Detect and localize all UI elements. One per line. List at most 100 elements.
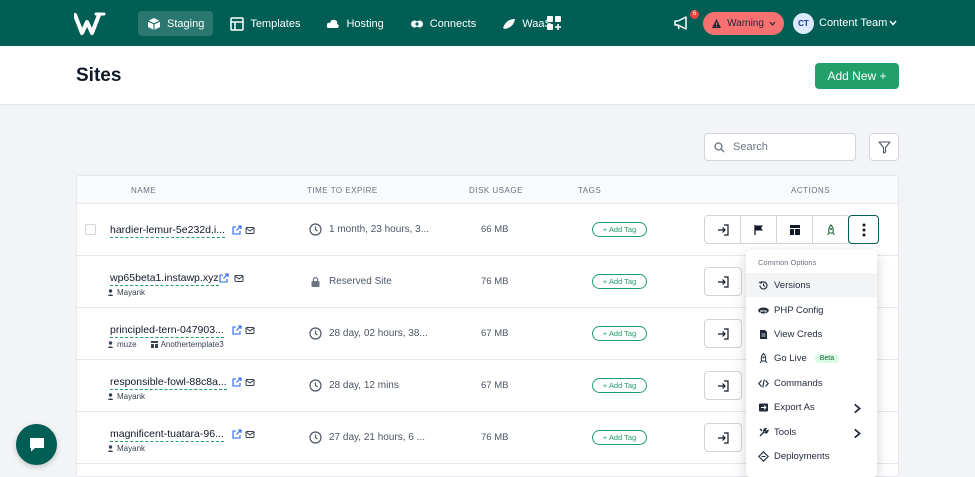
- lock-icon: [311, 276, 320, 287]
- site-meta: muze Anothertemplate3: [107, 340, 224, 349]
- go-live-button[interactable]: [813, 216, 849, 243]
- site-name[interactable]: magnificent-tuatara-96...: [110, 428, 224, 442]
- site-owner-name: Mayank: [117, 444, 146, 453]
- menu-item-versions[interactable]: Versions: [746, 273, 877, 297]
- magic-login-icon[interactable]: [245, 225, 255, 235]
- more-options-menu: Common Options Versions php PHP Config V…: [746, 250, 877, 477]
- login-button[interactable]: [705, 372, 741, 399]
- page-title: Sites: [76, 65, 122, 86]
- user-icon: [107, 341, 114, 348]
- rocket-icon: [827, 223, 835, 235]
- login-button[interactable]: [705, 424, 741, 451]
- menu-item-label: Commands: [774, 377, 823, 389]
- menu-item-commands[interactable]: Commands: [746, 371, 877, 395]
- svg-text:php: php: [760, 309, 767, 313]
- menu-item-label: Tools: [774, 426, 797, 438]
- template-button[interactable]: [777, 216, 813, 243]
- templates-icon: [230, 16, 245, 31]
- login-button[interactable]: [705, 320, 741, 347]
- column-header-disk[interactable]: DISK USAGE: [469, 186, 523, 195]
- external-link-icon[interactable]: [232, 429, 242, 439]
- notification-badge: 6: [690, 10, 699, 19]
- warning-label: Warning: [727, 18, 764, 29]
- nav-templates[interactable]: Templates: [221, 11, 309, 36]
- add-tag-button[interactable]: + Add Tag: [592, 222, 647, 237]
- menu-item-tools[interactable]: Tools: [746, 420, 877, 444]
- apps-grid-icon[interactable]: [547, 16, 561, 30]
- menu-item-go-live[interactable]: Go Live Beta: [746, 346, 877, 370]
- nav-hosting-label: Hosting: [346, 17, 384, 30]
- instawp-logo[interactable]: [74, 11, 106, 37]
- external-link-icon[interactable]: [232, 225, 242, 235]
- search-input[interactable]: [733, 141, 843, 153]
- magic-login-icon[interactable]: [245, 325, 255, 335]
- avatar[interactable]: CT: [793, 13, 814, 34]
- disk-usage: 67 MB: [481, 328, 509, 339]
- team-name[interactable]: Content Team: [819, 17, 887, 29]
- nav-connects[interactable]: Connects: [401, 11, 485, 36]
- menu-item-label: Export As: [774, 401, 815, 413]
- template-icon: [150, 341, 158, 348]
- site-name[interactable]: hardier-lemur-5e232d.i...: [110, 224, 225, 238]
- magic-login-icon[interactable]: [245, 429, 255, 439]
- site-meta: Mayank: [107, 288, 145, 297]
- site-owner: Mayank: [107, 392, 145, 401]
- site-name[interactable]: responsible-fowl-88c8a...: [110, 376, 227, 390]
- menu-item-export-as[interactable]: Export As: [746, 395, 877, 419]
- warning-button[interactable]: Warning: [703, 12, 784, 35]
- login-button[interactable]: [705, 216, 741, 243]
- more-options-button[interactable]: [848, 215, 879, 244]
- add-new-button[interactable]: Add New +: [815, 63, 899, 89]
- expire-text: 27 day, 21 hours, 6 ...: [329, 432, 425, 443]
- login-button[interactable]: [705, 268, 741, 295]
- site-owner-name: muze: [117, 340, 137, 349]
- filter-button[interactable]: [869, 133, 899, 161]
- expire-cell: Reserved Site: [309, 275, 392, 288]
- add-tag-button[interactable]: + Add Tag: [592, 430, 647, 445]
- chevron-down-icon[interactable]: [889, 19, 897, 27]
- nav-hosting[interactable]: Hosting: [317, 11, 392, 36]
- menu-item-label: View Creds: [774, 328, 823, 340]
- search-icon: [714, 141, 725, 152]
- chat-widget-button[interactable]: [16, 424, 57, 465]
- search-box[interactable]: [704, 133, 856, 161]
- column-header-expire[interactable]: TIME TO EXPIRE: [307, 186, 378, 195]
- column-header-name[interactable]: NAME: [131, 186, 156, 195]
- menu-item-view-creds[interactable]: View Creds: [746, 322, 877, 346]
- menu-item-label: Deployments: [774, 450, 830, 462]
- nav-staging-label: Staging: [167, 17, 205, 30]
- add-tag-button[interactable]: + Add Tag: [592, 378, 647, 393]
- clock-icon: [309, 431, 322, 444]
- add-tag-button[interactable]: + Add Tag: [592, 326, 647, 341]
- megaphone-icon[interactable]: [673, 14, 691, 32]
- main-nav: Staging Templates Hosting Connects WaaS: [138, 11, 561, 36]
- row-actions: [704, 267, 742, 296]
- flag-button[interactable]: [741, 216, 777, 243]
- beta-badge: Beta: [814, 353, 840, 363]
- chevron-down-icon: [769, 21, 776, 26]
- expire-cell: 28 day, 12 mins: [309, 379, 399, 392]
- clock-icon: [309, 327, 322, 340]
- menu-item-deployments[interactable]: Deployments: [746, 444, 877, 468]
- external-link-icon[interactable]: [232, 377, 242, 387]
- site-name[interactable]: principled-tern-047903...: [110, 324, 224, 338]
- rocket-icon: [759, 352, 768, 363]
- expire-text: 28 day, 02 hours, 38...: [329, 328, 428, 339]
- expire-cell: 27 day, 21 hours, 6 ...: [309, 431, 425, 444]
- table-row: hardier-lemur-5e232d.i... 1 month, 23 ho…: [77, 204, 898, 256]
- external-link-icon[interactable]: [219, 273, 229, 283]
- site-name[interactable]: wp65beta1.instawp.xyz: [110, 272, 219, 286]
- document-icon: [760, 329, 767, 339]
- external-link-icon[interactable]: [232, 325, 242, 335]
- chat-bubble-icon: [29, 438, 44, 452]
- add-tag-button[interactable]: + Add Tag: [592, 274, 647, 289]
- site-owner: muze: [107, 340, 137, 349]
- nav-staging[interactable]: Staging: [138, 11, 214, 36]
- magic-login-icon[interactable]: [234, 273, 244, 283]
- export-icon: [759, 403, 768, 411]
- magic-login-icon[interactable]: [245, 377, 255, 387]
- menu-item-php-config[interactable]: php PHP Config: [746, 298, 877, 322]
- code-icon: [758, 378, 769, 388]
- table-header: NAME TIME TO EXPIRE DISK USAGE TAGS ACTI…: [77, 176, 898, 204]
- row-checkbox[interactable]: [85, 224, 96, 235]
